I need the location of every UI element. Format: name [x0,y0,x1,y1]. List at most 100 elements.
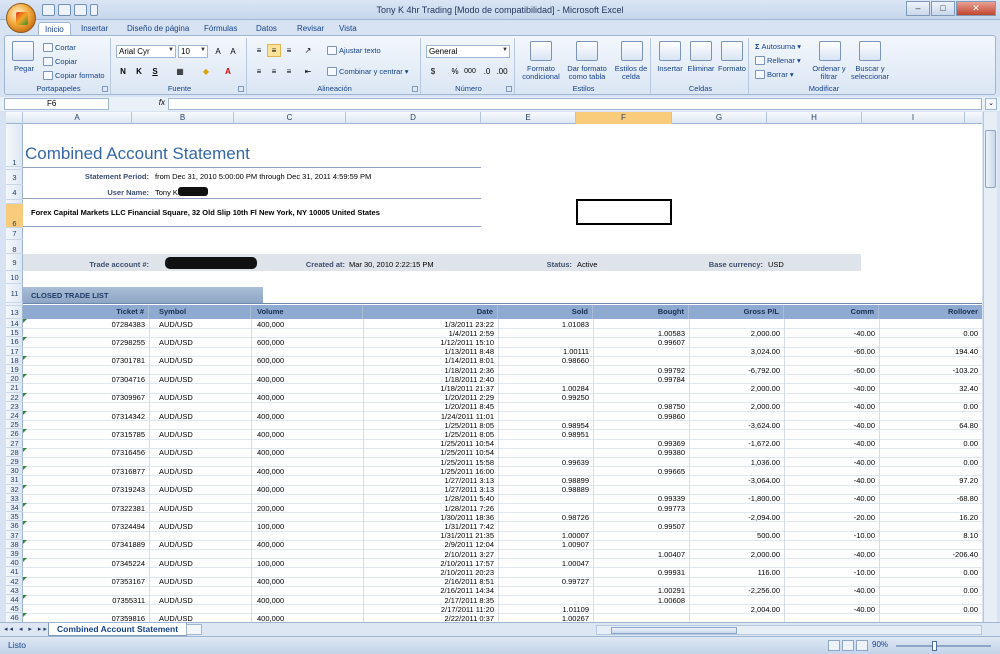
normal-view-icon[interactable] [828,640,840,651]
cell-volume[interactable]: 200,000 [251,504,363,513]
clear-button[interactable]: Borrar ▾ [755,70,794,79]
cell-sold[interactable]: 0.98726 [498,513,593,522]
row-header[interactable]: 43 [6,586,23,595]
cell-gross[interactable]: -1,672.00 [689,439,784,448]
cell-sold[interactable]: 1.00907 [498,540,593,549]
page-layout-view-icon[interactable] [842,640,854,651]
cell-ticket[interactable]: 07304716 [23,375,149,384]
cell-symbol[interactable]: AUD/USD [149,577,251,586]
cell-sold[interactable]: 1.00047 [498,559,593,568]
cell-ticket[interactable]: 07298255 [23,338,149,347]
cell-symbol[interactable]: AUD/USD [149,614,251,622]
cell-volume[interactable]: 400,000 [251,430,363,439]
paste-icon[interactable] [12,41,34,61]
vertical-scroll-thumb[interactable] [985,130,996,188]
cell-gross[interactable]: 3,024.00 [689,347,784,356]
expand-formula-icon[interactable]: ⌄ [985,98,997,110]
cell-symbol[interactable]: AUD/USD [149,467,251,476]
column-header-selected[interactable]: F [576,112,672,124]
cell-gross[interactable]: 2,000.00 [689,329,784,338]
cell-volume[interactable]: 100,000 [251,522,363,531]
cell-roll[interactable]: -206.40 [879,550,982,559]
cell-comm[interactable]: -40.00 [784,329,879,338]
cell-comm[interactable]: -60.00 [784,347,879,356]
cell-date[interactable]: 1/25/2011 8:05 [363,430,498,439]
horizontal-scroll-thumb[interactable] [611,627,737,634]
row-header[interactable]: 31 [6,475,23,485]
row-header[interactable]: 23 [6,402,23,411]
cell-date[interactable]: 1/20/2011 8:45 [363,402,498,411]
cell-volume[interactable]: 400,000 [251,485,363,494]
cell-ticket[interactable]: 07322381 [23,504,149,513]
cell-ticket[interactable]: 07319243 [23,485,149,494]
conditional-format-button[interactable]: Formato condicional [518,65,564,81]
cell-roll[interactable]: 0.00 [879,458,982,467]
row-header[interactable]: 41 [6,567,23,577]
cell-volume[interactable]: 400,000 [251,393,363,402]
cell-roll[interactable]: 0.00 [879,568,982,577]
cell-roll[interactable]: -103.20 [879,366,982,375]
cell-sold[interactable]: 0.98899 [498,476,593,485]
formula-input[interactable] [168,98,982,110]
currency-icon[interactable]: $ [426,65,440,78]
cell-sold[interactable]: 0.98951 [498,430,593,439]
cell-sold[interactable]: 1.00284 [498,384,593,393]
cell-roll[interactable]: 32.40 [879,384,982,393]
cell-bought[interactable]: 0.99860 [593,412,689,421]
close-button[interactable]: ✕ [956,1,996,16]
row-header[interactable]: 8 [6,240,23,254]
tab-insertar[interactable]: Insertar [81,22,108,36]
tab-revisar[interactable]: Revisar [297,22,324,36]
horizontal-scrollbar[interactable] [596,625,982,635]
cell-bought[interactable]: 0.99369 [593,439,689,448]
cell-ticket[interactable]: 07315785 [23,430,149,439]
binoculars-icon[interactable] [859,41,881,61]
cell-date[interactable]: 2/22/2011 0:37 [363,614,498,622]
format-cells-icon[interactable] [721,41,743,61]
cell-volume[interactable]: 400,000 [251,614,363,622]
bold-button[interactable]: N [116,65,130,78]
cell-symbol[interactable]: AUD/USD [149,356,251,365]
cell-gross[interactable]: -1,800.00 [689,494,784,503]
cell-sold[interactable]: 0.99250 [498,393,593,402]
zoom-slider[interactable] [896,645,991,647]
delete-cells-button[interactable]: Eliminar [685,65,717,73]
orientation-icon[interactable]: ↗ [301,44,315,57]
cell-comm[interactable]: -60.00 [784,366,879,375]
cell-comm[interactable]: -40.00 [784,439,879,448]
cell-sold[interactable]: 1.01083 [498,320,593,329]
row-header[interactable]: 38 [6,540,23,549]
cell-date[interactable]: 2/10/2011 17:57 [363,559,498,568]
cell-date[interactable]: 1/4/2011 2:59 [363,329,498,338]
row-header[interactable]: 22 [6,393,23,402]
cell-gross[interactable]: 500.00 [689,531,784,540]
row-header[interactable]: 39 [6,549,23,559]
cell-volume[interactable]: 400,000 [251,448,363,457]
cell-comm[interactable]: -10.00 [784,531,879,540]
cell-roll[interactable]: 16.20 [879,513,982,522]
row-header[interactable]: 15 [6,328,23,338]
align-top-icon[interactable]: ≡ [252,44,266,57]
row-header[interactable]: 24 [6,411,23,421]
align-right-icon[interactable]: ≡ [282,65,296,78]
cell-volume[interactable]: 400,000 [251,596,363,605]
font-color-icon[interactable]: A [221,65,235,78]
cell-sold[interactable]: 0.98954 [498,421,593,430]
cell-gross[interactable]: 2,000.00 [689,384,784,393]
cell-date[interactable]: 1/25/2011 8:05 [363,421,498,430]
cell-ticket[interactable]: 07353167 [23,577,149,586]
minimize-button[interactable]: – [906,1,930,16]
percent-button[interactable]: % [448,65,462,78]
cell-date[interactable]: 2/17/2011 8:35 [363,596,498,605]
cell-volume[interactable]: 400,000 [251,577,363,586]
cell-comm[interactable]: -40.00 [784,605,879,614]
cell-date[interactable]: 1/27/2011 3:13 [363,485,498,494]
row-header[interactable]: 10 [6,271,23,284]
cell-date[interactable]: 1/28/2011 7:26 [363,504,498,513]
cell-bought[interactable]: 1.00407 [593,550,689,559]
cell-bought[interactable]: 0.99931 [593,568,689,577]
cell-symbol[interactable]: AUD/USD [149,485,251,494]
cell-comm[interactable]: -40.00 [784,494,879,503]
cell-sold[interactable]: 1.00111 [498,347,593,356]
cell-date[interactable]: 1/18/2011 21:37 [363,384,498,393]
